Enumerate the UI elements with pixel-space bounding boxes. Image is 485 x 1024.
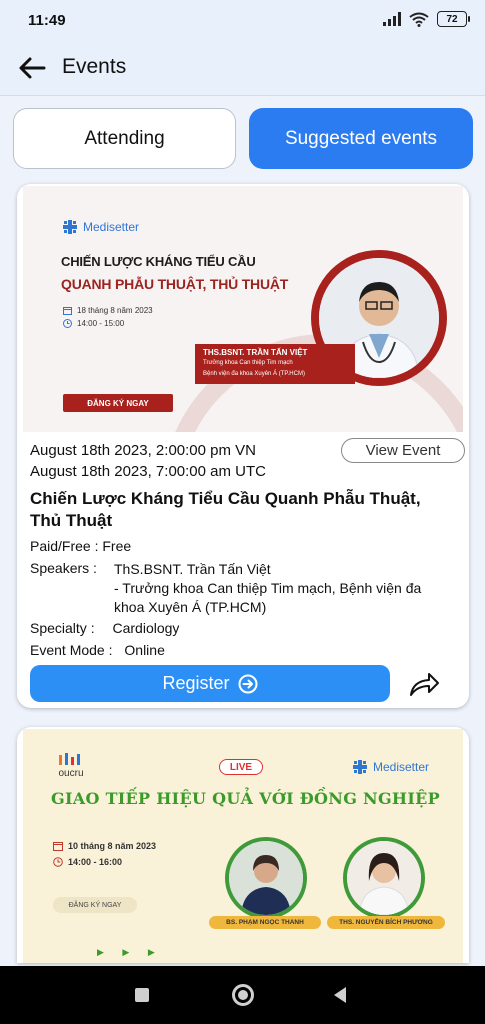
banner-headline-2: QUANH PHẪU THUẬT, THỦ THUẬT	[61, 276, 289, 292]
banner-time: 14:00 - 15:00	[63, 319, 124, 328]
event-mode-label: Event Mode :	[30, 642, 113, 658]
recents-icon[interactable]	[135, 988, 149, 1002]
specialty-value: Cardiology	[112, 620, 180, 636]
view-event-button[interactable]: View Event	[341, 438, 465, 463]
speaker-1-name: BS. PHẠM NGỌC THANH	[209, 916, 321, 929]
banner-time-text: 14:00 - 15:00	[77, 319, 125, 328]
banner-date-text: 18 tháng 8 năm 2023	[77, 306, 153, 315]
banner-time-text: 14:00 - 16:00	[68, 857, 123, 867]
clock-icon	[63, 319, 72, 328]
share-icon[interactable]	[407, 667, 441, 701]
paid-free-label: Paid/Free :	[30, 538, 99, 554]
paid-free-row: Paid/Free : Free	[30, 538, 131, 554]
banner-register-cta: ĐĂNG KÝ NGAY	[53, 897, 137, 913]
oucru-label: oucru	[58, 768, 84, 779]
decorative-arrows: ▶ ▶ ▶	[97, 947, 163, 957]
speaker-photo	[225, 837, 307, 919]
speaker-photo-image	[229, 841, 303, 915]
app-bar: Events	[0, 40, 485, 96]
banner-speaker-role-1: Trưởng khoa Can thiệp Tim mạch	[203, 360, 293, 366]
nav-back-icon[interactable]	[334, 987, 346, 1003]
live-label: LIVE	[229, 761, 253, 773]
paid-free-value: Free	[102, 538, 132, 554]
banner-headline-1: CHIẾN LƯỢC KHÁNG TIỂU CẦU	[61, 254, 256, 269]
oucru-logo: oucru	[57, 753, 85, 779]
register-button[interactable]: Register	[30, 665, 390, 702]
banner-register-cta: ĐĂNG KÝ NGAY	[63, 394, 173, 412]
battery-icon: 72	[437, 11, 470, 27]
datetime-utc: August 18th 2023, 7:00:00 am UTC	[30, 463, 266, 480]
speaker-role-line-1: - Trưởng khoa Can thiệp Tim mạch, Bệnh v…	[114, 580, 422, 596]
tab-suggested-events[interactable]: Suggested events	[249, 108, 473, 169]
banner-title: GIAO TIẾP HIỆU QUẢ VỚI ĐỒNG NGHIỆP	[51, 789, 440, 808]
register-label: Register	[162, 673, 230, 693]
event-mode-row: Event Mode : Online	[30, 642, 165, 658]
event-banner[interactable]: Medisetter CHIẾN LƯỢC KHÁNG TIỂU CẦU QUA…	[23, 186, 463, 432]
banner-speaker-role-2: Bệnh viện đa khoa Xuyên Á (TP.HCM)	[203, 371, 305, 377]
banner-date: 10 tháng 8 năm 2023	[53, 841, 156, 851]
brand-label: Medisetter	[83, 220, 140, 234]
medisetter-logo-icon	[63, 220, 77, 234]
speakers-row: Speakers :	[30, 560, 97, 576]
calendar-icon	[53, 842, 63, 851]
event-card[interactable]: Medisetter CHIẾN LƯỢC KHÁNG TIỂU CẦU QUA…	[17, 184, 469, 708]
speaker-photo	[343, 837, 425, 919]
event-card[interactable]: oucru LIVE Medisetter GIAO TIẾP HIỆU QUẢ…	[17, 727, 469, 963]
event-title: Chiến Lược Kháng Tiểu Cầu Quanh Phẫu Thu…	[30, 489, 421, 530]
wifi-icon	[409, 12, 429, 27]
banner-speaker-name: THS.BSNT. TRẦN TẤN VIỆT	[203, 348, 308, 357]
event-banner[interactable]: oucru LIVE Medisetter GIAO TIẾP HIỆU QUẢ…	[23, 729, 463, 963]
clock-icon	[53, 857, 63, 867]
speakers-value: ThS.BSNT. Trần Tấn Việt - Trưởng khoa Ca…	[114, 560, 421, 617]
signal-icon	[383, 12, 401, 26]
brand-label: Medisetter	[373, 760, 430, 774]
page-title: Events	[62, 55, 127, 78]
medisetter-brand: Medisetter	[63, 220, 139, 234]
battery-level: 72	[446, 13, 458, 25]
banner-time: 14:00 - 16:00	[53, 857, 122, 867]
banner-date: 18 tháng 8 năm 2023	[63, 306, 153, 315]
system-nav-bar	[0, 966, 485, 1024]
status-bar: 11:49 72	[0, 0, 485, 40]
speaker-nameplate: THS.BSNT. TRẦN TẤN VIỆT Trưởng khoa Can …	[195, 344, 355, 384]
banner-date-text: 10 tháng 8 năm 2023	[68, 841, 157, 851]
medisetter-brand: Medisetter	[353, 760, 429, 774]
speaker-role-line-2: khoa Xuyên Á (TP.HCM)	[114, 599, 267, 615]
home-icon[interactable]	[232, 984, 254, 1006]
oucru-logo-icon	[59, 753, 80, 765]
status-icons: 72	[383, 11, 470, 27]
back-arrow-icon[interactable]	[16, 52, 48, 84]
speaker-photo-image	[347, 841, 421, 915]
specialty-label: Specialty :	[30, 620, 95, 636]
arrow-right-circle-icon	[238, 674, 258, 693]
speaker-name: ThS.BSNT. Trần Tấn Việt	[114, 561, 271, 577]
speakers-label: Speakers :	[30, 560, 97, 576]
tab-attending[interactable]: Attending	[13, 108, 236, 169]
live-badge: LIVE	[219, 759, 263, 775]
medisetter-logo-icon	[353, 760, 367, 774]
speaker-2-name: THS. NGUYỄN BÍCH PHƯƠNG	[327, 916, 445, 929]
event-mode-value: Online	[124, 642, 165, 658]
specialty-row: Specialty : Cardiology	[30, 620, 179, 636]
calendar-icon	[63, 307, 72, 315]
status-time: 11:49	[28, 12, 66, 29]
